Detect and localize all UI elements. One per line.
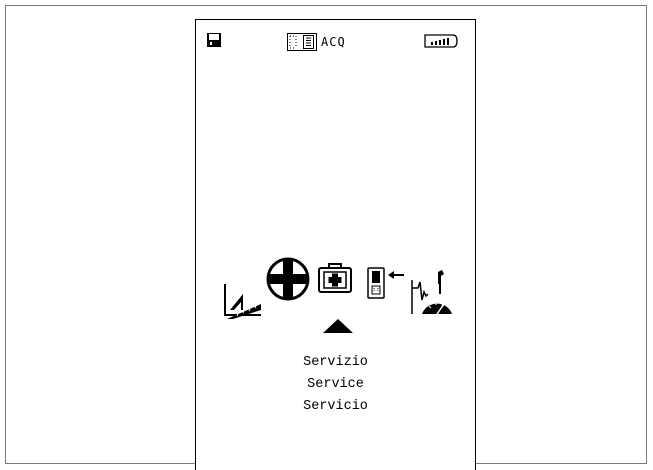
device-screen: ACQ Servizio Service Servicio [195,19,476,470]
target-icon[interactable] [266,257,310,301]
caption-spanish: Servicio [303,399,368,414]
menu-caption: Servizio Service Servicio [196,352,475,418]
transfer-icon[interactable] [366,266,406,304]
mode-label: ACQ [321,35,346,49]
service-icon[interactable] [317,262,353,294]
status-bar: ACQ [196,20,475,60]
measure-icon[interactable] [223,284,263,320]
layout-icon [287,33,317,51]
save-icon [207,33,221,47]
battery-icon [424,34,458,48]
menu-row [196,250,475,320]
caption-italian: Servizio [303,355,368,370]
caption-english: Service [307,377,364,392]
selection-arrow-icon [323,319,353,333]
acquisition-status: ACQ [287,33,346,51]
tools-icon[interactable] [410,268,452,316]
